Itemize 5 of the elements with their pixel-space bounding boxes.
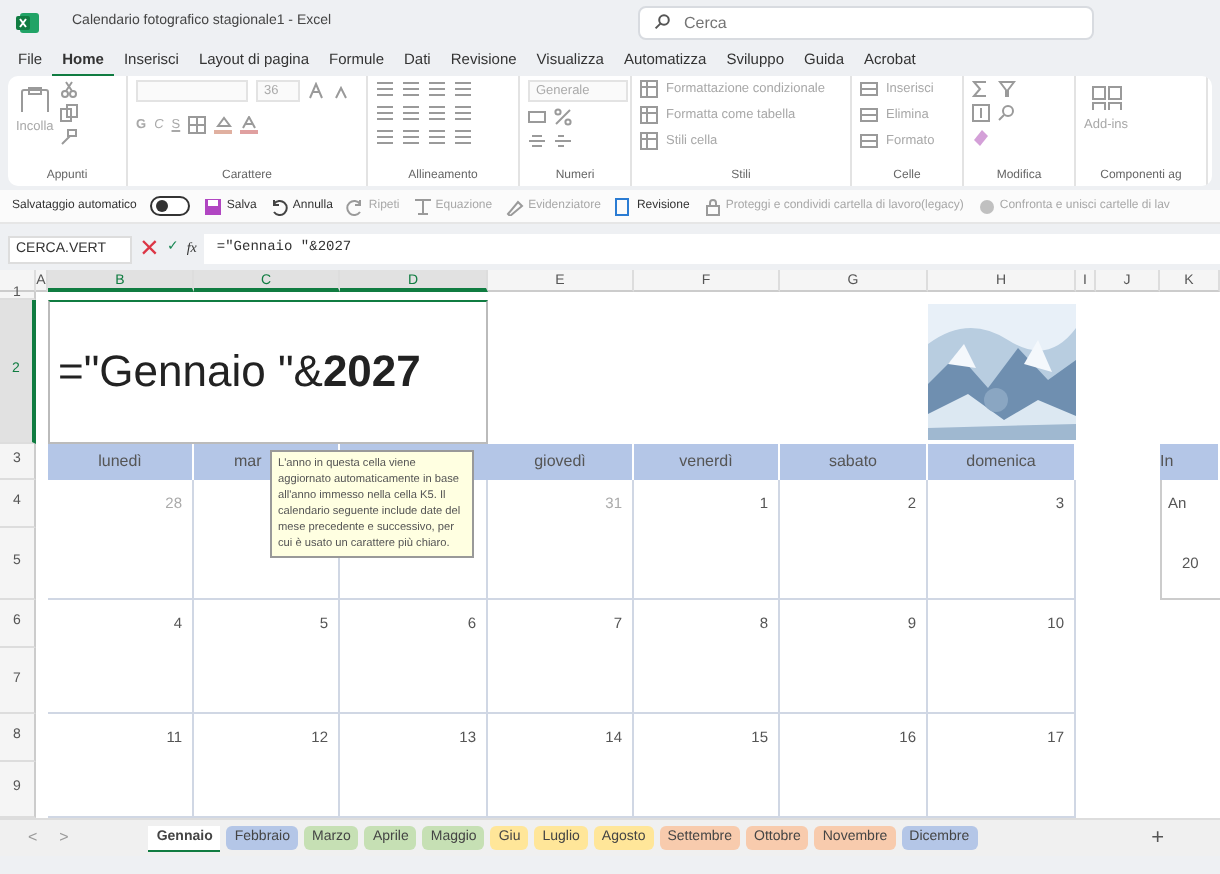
cancel-button[interactable]: × [140, 225, 159, 273]
table-header: In [1160, 444, 1220, 480]
add-sheet-button[interactable]: + [1143, 821, 1172, 855]
editing-cell[interactable]: ="Gennaio "&2027 [48, 300, 488, 444]
search-field[interactable]: Cerca [638, 5, 1094, 39]
